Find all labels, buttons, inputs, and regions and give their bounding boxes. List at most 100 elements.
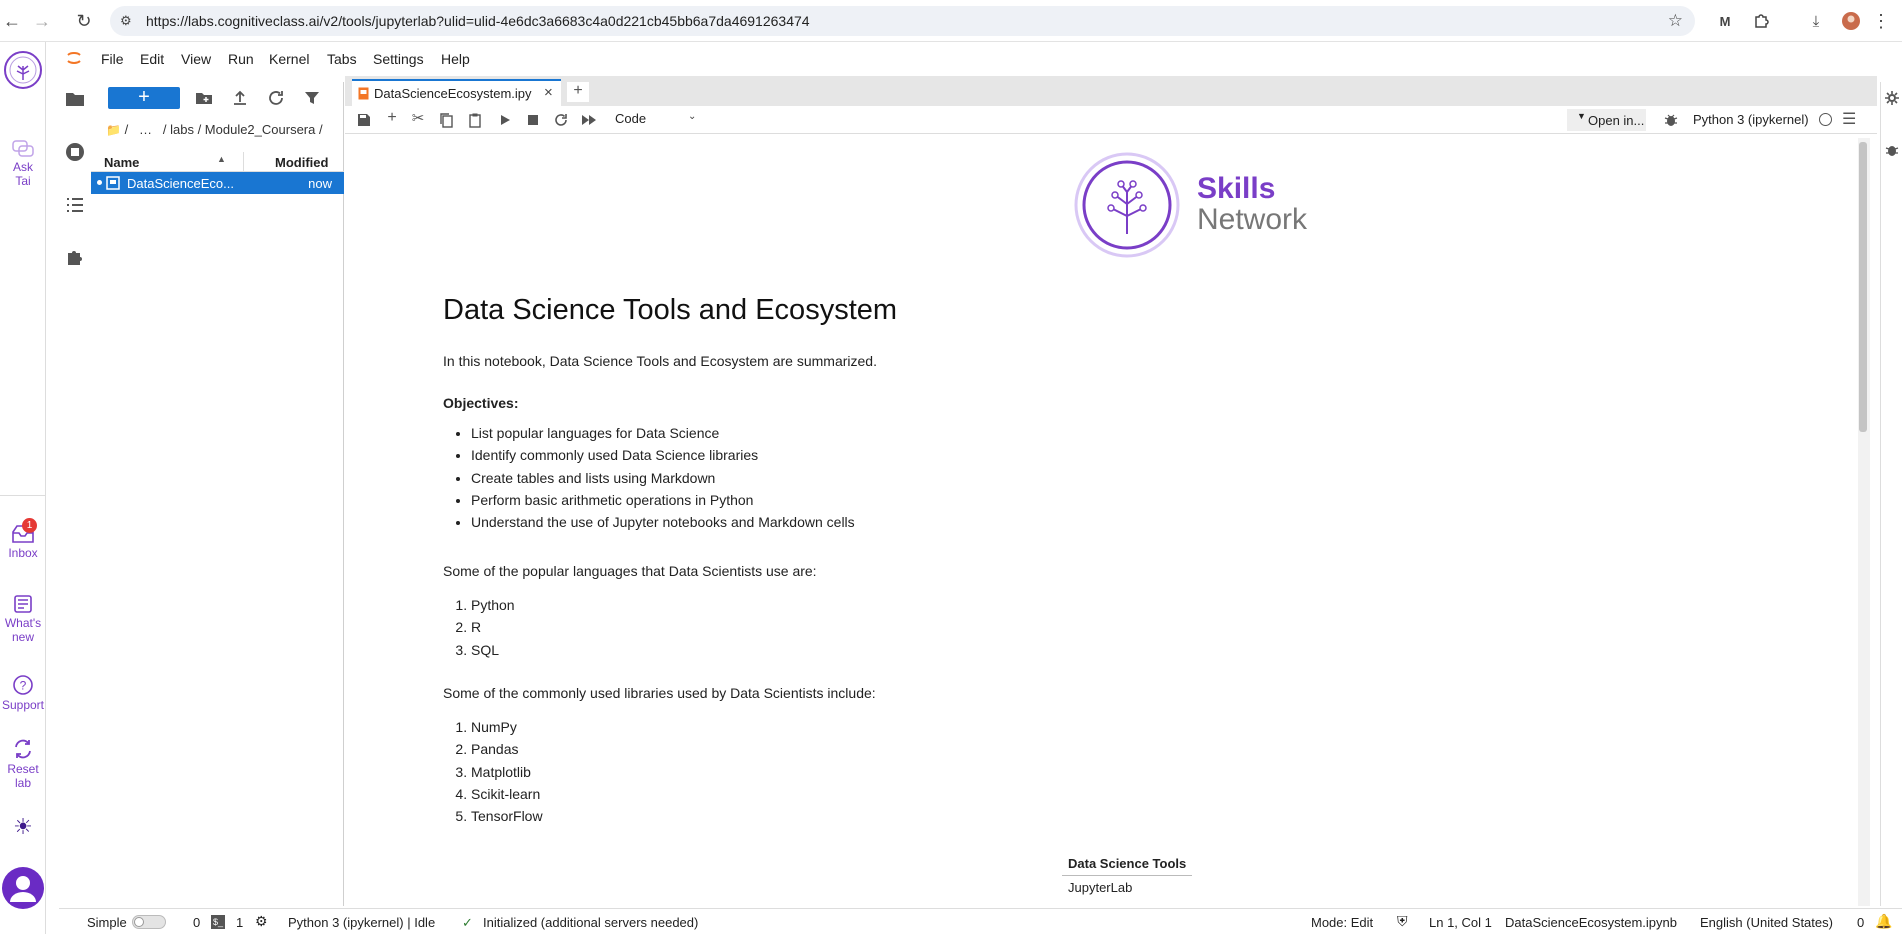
user-profile-button[interactable]: [0, 866, 46, 913]
notebook-heading: Data Science Tools and Ecosystem: [443, 294, 898, 326]
extension-manager-icon[interactable]: [64, 247, 86, 269]
shield-check-icon[interactable]: ⛨: [1397, 913, 1408, 930]
kernel-status[interactable]: Python 3 (ipykernel) | Idle: [288, 915, 435, 930]
menu-settings[interactable]: Settings: [373, 51, 424, 67]
support-label: Support: [1, 698, 45, 712]
open-in-button[interactable]: ▼ Open in...: [1567, 109, 1646, 131]
bookmark-star-icon[interactable]: ☆: [1668, 11, 1683, 31]
reset-line2: lab: [14, 776, 31, 790]
sort-ascending-icon: ▲: [217, 154, 226, 164]
display-language[interactable]: English (United States): [1700, 915, 1833, 930]
skills-network-logo[interactable]: [0, 50, 46, 92]
whats-new-line2: new: [11, 630, 34, 644]
hamburger-menu-icon[interactable]: ☰: [1842, 109, 1858, 128]
site-info-icon[interactable]: ⚙: [120, 13, 132, 29]
notebook-toolbar: + ✂ Code ⌄ ▼ Open in... Python 3 (ipyker…: [345, 106, 1877, 134]
tab-datascienceecosystem[interactable]: DataScienceEcosystem.ipy ×: [352, 79, 561, 106]
column-name[interactable]: Name: [104, 155, 139, 170]
theme-toggle-sun-icon[interactable]: ☀: [0, 816, 46, 838]
browser-menu-icon[interactable]: ⋮: [1870, 10, 1892, 32]
inbox-button[interactable]: 1 Inbox: [0, 518, 46, 560]
run-icon[interactable]: [497, 112, 513, 128]
forward-icon[interactable]: →: [30, 9, 54, 33]
extensions-puzzle-icon[interactable]: [1750, 10, 1772, 32]
list-item: Matplotlib: [471, 761, 543, 783]
upload-icon[interactable]: [231, 89, 249, 107]
close-tab-icon[interactable]: ×: [544, 84, 553, 101]
restart-kernel-icon[interactable]: [553, 112, 569, 128]
new-folder-icon[interactable]: [195, 89, 213, 107]
menu-kernel[interactable]: Kernel: [269, 51, 309, 67]
new-launcher-button[interactable]: +: [108, 87, 180, 109]
ask-tai-button[interactable]: Ask Tai: [0, 140, 46, 188]
table-header: Data Science Tools: [1062, 852, 1193, 876]
breadcrumb: 📁 / … / labs / Module2_Coursera /: [106, 122, 323, 137]
column-modified[interactable]: Modified: [275, 155, 328, 170]
restart-run-all-icon[interactable]: [581, 112, 597, 128]
kernel-name[interactable]: Python 3 (ipykernel): [1693, 112, 1809, 127]
kernels-count[interactable]: 1: [236, 915, 243, 930]
breadcrumb-ellipsis[interactable]: …: [139, 122, 152, 137]
open-in-label: Open in...: [1588, 113, 1645, 128]
download-icon[interactable]: ⤓: [1805, 10, 1827, 32]
extension-m-icon[interactable]: M: [1714, 10, 1736, 32]
reset-lab-button[interactable]: Reset lab: [0, 738, 46, 790]
menu-view[interactable]: View: [181, 51, 211, 67]
refresh-icon[interactable]: [267, 89, 285, 107]
simple-mode-toggle[interactable]: [132, 915, 166, 929]
simple-mode-label: Simple: [87, 915, 127, 930]
cut-icon[interactable]: ✂: [410, 109, 426, 127]
menu-file[interactable]: File: [101, 51, 124, 67]
paste-icon[interactable]: [467, 112, 483, 128]
list-item: R: [471, 616, 515, 638]
menu-tabs[interactable]: Tabs: [327, 51, 357, 67]
browser-toolbar: ← → ↻ ⚙ https://labs.cognitiveclass.ai/v…: [0, 0, 1902, 42]
running-kernels-icon[interactable]: [64, 141, 86, 163]
reload-icon[interactable]: ↻: [72, 9, 96, 33]
profile-avatar[interactable]: [1840, 10, 1862, 32]
jupyter-logo-icon: [67, 52, 81, 64]
terminals-count[interactable]: 0: [193, 915, 200, 930]
notification-count[interactable]: 0: [1857, 915, 1864, 930]
cursor-position[interactable]: Ln 1, Col 1: [1429, 915, 1492, 930]
notebook-scrollbar-thumb[interactable]: [1859, 142, 1867, 432]
news-icon: [14, 595, 32, 613]
whats-new-button[interactable]: What's new: [0, 594, 46, 644]
folder-icon[interactable]: [64, 88, 86, 110]
breadcrumb-home-folder-icon[interactable]: 📁: [106, 123, 121, 137]
address-bar[interactable]: ⚙ https://labs.cognitiveclass.ai/v2/tool…: [110, 6, 1695, 36]
menu-help[interactable]: Help: [441, 51, 470, 67]
menu-run[interactable]: Run: [228, 51, 254, 67]
add-tab-button[interactable]: +: [567, 82, 589, 102]
save-icon[interactable]: [356, 112, 372, 128]
file-list-item[interactable]: DataScienceEco... now: [91, 172, 344, 194]
table-of-contents-icon[interactable]: [64, 194, 86, 216]
list-item: Understand the use of Jupyter notebooks …: [471, 511, 855, 533]
property-inspector-gear-icon[interactable]: [1884, 90, 1900, 106]
notification-bell-icon[interactable]: 🔔: [1875, 913, 1892, 930]
tab-label: DataScienceEcosystem.ipy: [374, 86, 532, 101]
back-icon[interactable]: ←: [0, 9, 24, 33]
list-item: TensorFlow: [471, 805, 543, 827]
file-list-header: Name ▲ Modified: [91, 152, 344, 172]
debugger-panel-bug-icon[interactable]: [1884, 142, 1900, 158]
svg-text:?: ?: [20, 679, 27, 693]
server-status[interactable]: Initialized (additional servers needed): [483, 915, 698, 930]
support-button[interactable]: ? Support: [0, 674, 46, 712]
ask-tai-line2: Tai: [15, 174, 31, 188]
list-item: Create tables and lists using Markdown: [471, 467, 855, 489]
stop-icon[interactable]: [525, 112, 541, 128]
menu-edit[interactable]: Edit: [140, 51, 164, 67]
insert-cell-icon[interactable]: +: [384, 109, 400, 126]
languages-list: Python R SQL: [471, 594, 515, 661]
breadcrumb-root[interactable]: /: [125, 122, 129, 137]
file-open-indicator: [97, 180, 102, 185]
debugger-bug-icon[interactable]: [1663, 112, 1679, 128]
jupyter-menubar: File Edit View Run Kernel Tabs Settings …: [59, 44, 1902, 74]
breadcrumb-path[interactable]: / labs / Module2_Coursera /: [163, 122, 323, 137]
chat-icon: [12, 140, 34, 157]
rail-divider: [0, 495, 46, 496]
filter-icon[interactable]: [303, 89, 321, 107]
cell-type-select[interactable]: Code ⌄: [615, 111, 700, 129]
copy-icon[interactable]: [438, 112, 454, 128]
